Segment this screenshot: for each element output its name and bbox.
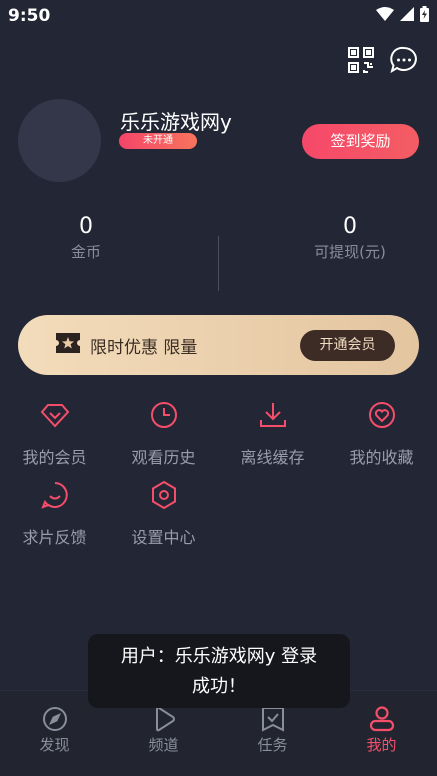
wifi-icon — [376, 7, 394, 21]
heart-icon — [368, 402, 395, 428]
menu-item-watch-history[interactable]: 观看历史 — [109, 400, 218, 468]
nav-item-channel[interactable]: 频道 — [109, 706, 218, 755]
clock-icon — [150, 402, 177, 428]
withdraw-label: 可提现(元) — [314, 243, 386, 261]
signal-icon — [400, 7, 414, 21]
status-icons — [376, 6, 429, 22]
nav-item-mine[interactable]: 我的 — [327, 706, 436, 755]
play-icon — [155, 706, 175, 732]
diamond-icon — [40, 404, 69, 428]
task-icon — [261, 707, 284, 732]
menu-label: 求片反馈 — [22, 528, 87, 547]
nav-label: 频道 — [148, 736, 179, 754]
qr-scan-icon[interactable] — [346, 45, 376, 75]
status-time: 9:50 — [8, 6, 51, 26]
nav-item-discover[interactable]: 发现 — [0, 706, 109, 755]
battery-icon — [420, 6, 429, 22]
menu-label: 离线缓存 — [240, 448, 305, 467]
stats-divider — [218, 236, 219, 291]
user-icon — [369, 706, 394, 732]
withdraw-stat[interactable]: 0 可提现(元) — [280, 214, 420, 262]
vip-status-badge: 未开通 — [119, 133, 197, 149]
username: 乐乐游戏网y — [120, 110, 232, 134]
settings-icon — [151, 480, 176, 510]
open-vip-button[interactable]: 开通会员 — [300, 330, 395, 361]
menu-item-request-feedback[interactable]: 求片反馈 — [0, 480, 109, 548]
vip-promo-text: 限时优惠 限量 — [90, 338, 198, 358]
menu-label: 我的会员 — [22, 448, 87, 467]
login-success-toast: 用户：乐乐游戏网y 登录 成功！ — [88, 634, 350, 708]
nav-item-tasks[interactable]: 任务 — [218, 706, 327, 755]
chat-icon — [40, 482, 68, 509]
coins-stat[interactable]: 0 金币 — [16, 214, 156, 262]
coins-label: 金币 — [70, 243, 101, 261]
withdraw-value: 0 — [343, 214, 357, 239]
menu-item-settings[interactable]: 设置中心 — [109, 480, 218, 548]
menu-label: 观看历史 — [131, 448, 196, 467]
compass-icon — [42, 707, 67, 731]
menu-item-offline-cache[interactable]: 离线缓存 — [218, 400, 327, 468]
nav-label: 任务 — [257, 736, 288, 754]
avatar[interactable] — [18, 99, 101, 182]
menu-item-my-vip[interactable]: 我的会员 — [0, 400, 109, 468]
menu-item-favorites[interactable]: 我的收藏 — [327, 400, 436, 468]
nav-label-active: 我的 — [366, 736, 397, 754]
toast-line-2: 成功！ — [192, 676, 246, 697]
message-icon[interactable] — [389, 45, 419, 75]
menu-label: 我的收藏 — [349, 448, 414, 467]
coins-value: 0 — [79, 214, 93, 239]
ticket-icon — [56, 333, 80, 353]
toast-line-1: 用户：乐乐游戏网y 登录 — [120, 646, 318, 667]
nav-label: 发现 — [39, 736, 70, 754]
menu-label: 设置中心 — [131, 528, 196, 547]
checkin-reward-button[interactable]: 签到奖励 — [302, 124, 419, 159]
download-icon — [259, 403, 286, 427]
